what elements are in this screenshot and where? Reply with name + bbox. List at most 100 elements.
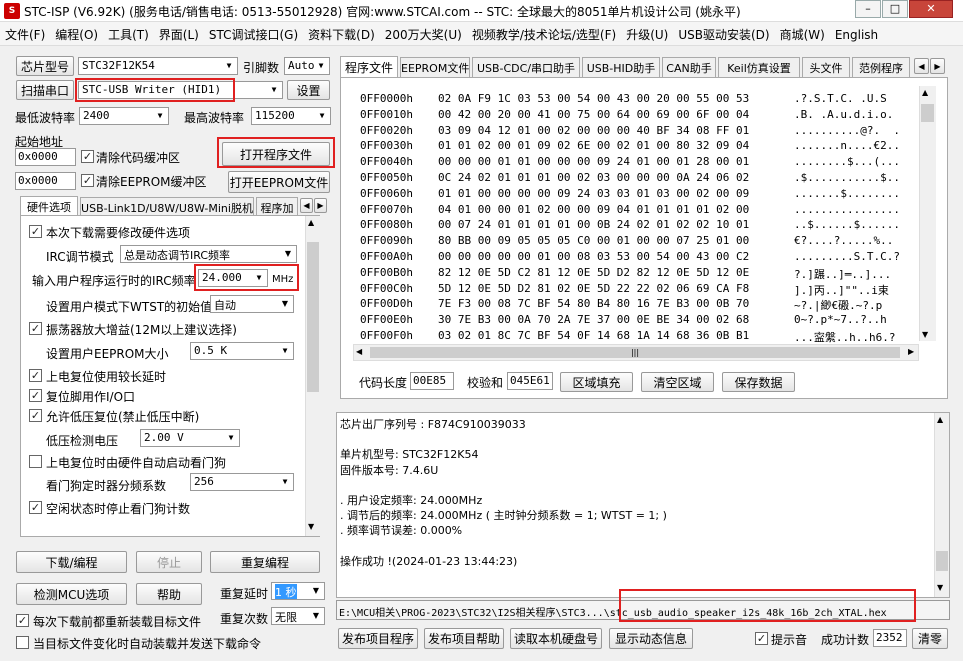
- lvd-voltage-select[interactable]: 2.00 V ▼: [140, 429, 240, 447]
- clear-code-label: 清除代码缓冲区: [96, 151, 181, 165]
- tab-hardware-options[interactable]: 硬件选项: [20, 196, 78, 216]
- menu-interface[interactable]: 界面(L): [154, 22, 204, 43]
- tab-usb-hid[interactable]: USB-HID助手: [582, 57, 660, 77]
- scroll-down-icon[interactable]: ▼: [937, 583, 943, 592]
- scroll-up-icon[interactable]: ▲: [308, 218, 314, 227]
- clear-count-button[interactable]: 清零: [912, 628, 948, 649]
- reload-checkbox[interactable]: ✓: [16, 614, 29, 627]
- tab-can[interactable]: CAN助手: [662, 57, 716, 77]
- scroll-up-icon[interactable]: ▲: [937, 415, 943, 424]
- code-start-address[interactable]: 0x0000: [15, 148, 76, 166]
- read-disk-id-button[interactable]: 读取本机硬盘号: [510, 628, 602, 649]
- maximize-button[interactable]: □: [882, 0, 908, 18]
- chevron-down-icon: ▼: [312, 586, 320, 595]
- hex-bytes: 00 00 00 00 00 01 00 08 03 53 00 54 00 4…: [438, 250, 750, 263]
- lvd-reset-checkbox[interactable]: ✓: [29, 409, 42, 422]
- hex-addr: 0FF0000h: [360, 92, 413, 105]
- scroll-thumb[interactable]: [936, 551, 948, 571]
- menu-usb-driver[interactable]: USB驱动安装(D): [673, 22, 774, 43]
- tab-scroll-right-icon[interactable]: ▶: [314, 198, 327, 213]
- menu-debug[interactable]: STC调试接口(G): [204, 22, 303, 43]
- menu-english[interactable]: English: [830, 24, 883, 42]
- hex-addr: 0FF0060h: [360, 186, 413, 200]
- reset-io-checkbox[interactable]: ✓: [29, 389, 42, 402]
- tab-usb-cdc[interactable]: USB-CDC/串口助手: [472, 57, 580, 77]
- lvd-voltage-label: 低压检测电压: [46, 434, 119, 448]
- help-button[interactable]: 帮助: [136, 583, 202, 605]
- hex-ascii: .......$........: [794, 186, 900, 200]
- auto-send-checkbox[interactable]: [16, 636, 29, 649]
- scroll-right-icon[interactable]: ▶: [908, 347, 914, 356]
- eeprom-size-select[interactable]: 0.5 K ▼: [190, 342, 294, 360]
- hex-view[interactable]: 0FF0000h 02 0A F9 1C 03 53 00 54 00 43 00…: [353, 86, 937, 344]
- wdt-auto-checkbox[interactable]: [29, 455, 42, 468]
- tab-eeprom-file[interactable]: EEPROM文件: [400, 57, 470, 77]
- menu-upgrade[interactable]: 升级(U): [621, 22, 673, 43]
- pin-count-select[interactable]: Auto ▼: [284, 57, 330, 75]
- publish-help-button[interactable]: 发布项目帮助: [424, 628, 504, 649]
- minimize-button[interactable]: –: [855, 0, 881, 18]
- clear-code-checkbox[interactable]: ✓: [81, 150, 94, 163]
- settings-button[interactable]: 设置: [287, 80, 330, 100]
- log-line: 单片机型号: STC32F12K54: [340, 448, 479, 462]
- min-baud-select[interactable]: 2400 ▼: [79, 107, 169, 125]
- repeat-delay-select[interactable]: 1 秒 ▼: [271, 582, 325, 600]
- show-animation-button[interactable]: 显示动态信息: [609, 628, 693, 649]
- scroll-up-icon[interactable]: ▲: [922, 88, 928, 97]
- close-button[interactable]: ✕: [909, 0, 953, 18]
- tab-examples[interactable]: 范例程序: [852, 57, 910, 77]
- open-eeprom-file-button[interactable]: 打开EEPROM文件: [228, 171, 330, 193]
- menu-file[interactable]: 文件(F): [0, 22, 50, 43]
- eeprom-start-address[interactable]: 0x0000: [15, 172, 76, 190]
- tab-keil[interactable]: Keil仿真设置: [718, 57, 800, 77]
- scroll-down-icon[interactable]: ▼: [922, 330, 928, 339]
- tab-scroll-right-icon[interactable]: ▶: [930, 58, 945, 74]
- max-baud-select[interactable]: 115200 ▼: [251, 107, 331, 125]
- clear-area-button[interactable]: 清空区域: [641, 372, 714, 392]
- tab-scroll-left-icon[interactable]: ◀: [300, 198, 313, 213]
- menu-program[interactable]: 编程(O): [50, 22, 103, 43]
- detect-mcu-button[interactable]: 检测MCU选项: [16, 583, 127, 605]
- idle-wdt-checkbox[interactable]: ✓: [29, 501, 42, 514]
- fill-area-button[interactable]: 区域填充: [560, 372, 633, 392]
- chip-model-select[interactable]: STC32F12K54 ▼: [78, 57, 238, 75]
- scroll-left-icon[interactable]: ◀: [356, 347, 362, 356]
- tab-program-encrypt[interactable]: 程序加: [256, 197, 298, 215]
- wtst-select[interactable]: 自动 ▼: [210, 295, 294, 313]
- beep-checkbox[interactable]: ✓: [755, 632, 768, 645]
- hex-v-scrollbar[interactable]: [919, 86, 936, 341]
- long-delay-checkbox[interactable]: ✓: [29, 369, 42, 382]
- stop-button[interactable]: 停止: [136, 551, 202, 573]
- h-scroll-thumb[interactable]: |||: [370, 347, 900, 358]
- hex-ascii: ].]丙..]""..i束: [794, 283, 889, 297]
- modify-hw-checkbox[interactable]: ✓: [29, 225, 42, 238]
- max-baud-label: 最高波特率: [184, 111, 245, 125]
- scroll-thumb[interactable]: [307, 242, 319, 392]
- menu-download[interactable]: 资料下载(D): [303, 22, 380, 43]
- scroll-thumb[interactable]: [921, 104, 934, 122]
- scroll-down-icon[interactable]: ▼: [308, 522, 314, 531]
- tab-header[interactable]: 头文件: [802, 57, 850, 77]
- menu-prize[interactable]: 200万大奖(U): [380, 22, 467, 43]
- clear-eeprom-checkbox[interactable]: ✓: [81, 174, 94, 187]
- repeat-count-select[interactable]: 无限 ▼: [271, 607, 325, 625]
- scan-port-button[interactable]: 扫描串口: [16, 80, 74, 100]
- irc-mode-select[interactable]: 总是动态调节IRC频率 ▼: [120, 245, 297, 263]
- repeat-count-label: 重复次数: [220, 612, 269, 626]
- tab-scroll-left-icon[interactable]: ◀: [914, 58, 929, 74]
- hex-bytes: 03 09 04 12 01 00 02 00 00 00 40 BF 34 0…: [438, 123, 750, 137]
- osc-gain-checkbox[interactable]: ✓: [29, 322, 42, 335]
- tab-usb-link[interactable]: USB-Link1D/U8W/U8W-Mini脱机: [80, 197, 254, 215]
- publish-program-button[interactable]: 发布项目程序: [338, 628, 418, 649]
- download-program-button[interactable]: 下载/编程: [16, 551, 127, 573]
- tab-program-file[interactable]: 程序文件: [340, 56, 398, 78]
- hex-bytes: 80 BB 00 09 05 05 05 C0 00 01 00 00 07 2…: [438, 234, 750, 248]
- wdt-prescaler-select[interactable]: 256 ▼: [190, 473, 294, 491]
- menu-tools[interactable]: 工具(T): [103, 22, 154, 43]
- menu-mall[interactable]: 商城(W): [775, 22, 830, 43]
- chip-model-button[interactable]: 芯片型号: [16, 56, 74, 76]
- save-data-button[interactable]: 保存数据: [722, 372, 795, 392]
- menu-video[interactable]: 视频教学/技术论坛/选型(F): [467, 22, 621, 43]
- repeat-program-button[interactable]: 重复编程: [210, 551, 320, 573]
- hex-addr: 0FF00B0h: [360, 265, 413, 279]
